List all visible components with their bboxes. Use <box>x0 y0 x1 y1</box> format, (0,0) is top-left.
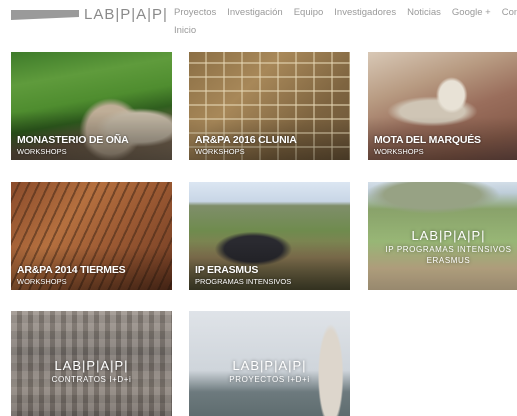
tile-subtitle: WORKSHOPS <box>17 277 67 286</box>
nav-contacto[interactable]: Contacto <box>502 5 517 21</box>
tile-subtitle: WORKSHOPS <box>374 147 424 156</box>
tile-title: MOTA DEL MARQUÉS <box>374 134 481 146</box>
brand-logo-text: LAB|P|A|P| <box>54 358 129 373</box>
tile-arpa-2014-tiermes[interactable]: AR&PA 2014 TIERMES WORKSHOPS <box>11 182 172 290</box>
tile-mota-del-marques[interactable]: MOTA DEL MARQUÉS WORKSHOPS <box>368 52 517 160</box>
site-logo[interactable]: LAB|P|A|P| <box>11 6 167 26</box>
brand-line-2: ERASMUS <box>426 256 471 265</box>
tile-subtitle: WORKSHOPS <box>17 147 67 156</box>
tile-proyectos-idi[interactable]: LAB|P|A|P| PROYECTOS I+D+i <box>189 311 350 416</box>
brand-line: PROYECTOS I+D+i <box>229 375 310 384</box>
tile-brand: LAB|P|A|P| IP PROGRAMAS INTENSIVOS ERASM… <box>368 228 517 265</box>
tile-ip-erasmus[interactable]: IP ERASMUS PROGRAMAS INTENSIVOS <box>189 182 350 290</box>
tile-monasterio-de-ona[interactable]: MONASTERIO DE OÑA WORKSHOPS <box>11 52 172 160</box>
tile-title: AR&PA 2016 CLUNIA <box>195 134 297 146</box>
tile-ip-programas-intensivos[interactable]: LAB|P|A|P| IP PROGRAMAS INTENSIVOS ERASM… <box>368 182 517 290</box>
tile-subtitle: WORKSHOPS <box>195 147 245 156</box>
tile-title: IP ERASMUS <box>195 264 259 276</box>
nav-google-plus[interactable]: Google + <box>452 5 491 21</box>
logo-bar <box>11 10 79 20</box>
tile-brand: LAB|P|A|P| PROYECTOS I+D+i <box>189 358 350 384</box>
brand-line: IP PROGRAMAS INTENSIVOS <box>385 245 512 254</box>
tile-caption: MONASTERIO DE OÑA WORKSHOPS <box>17 134 129 156</box>
nav-investigadores[interactable]: Investigadores <box>334 5 396 21</box>
nav-equipo[interactable]: Equipo <box>294 5 324 21</box>
nav-investigacion[interactable]: Investigación <box>227 5 282 21</box>
main-nav: Proyectos Investigación Equipo Investiga… <box>174 5 517 39</box>
tile-caption: MOTA DEL MARQUÉS WORKSHOPS <box>374 134 481 156</box>
tile-caption: AR&PA 2014 TIERMES WORKSHOPS <box>17 264 126 286</box>
tile-contratos-idi[interactable]: LAB|P|A|P| CONTRATOS I+D+i <box>11 311 172 416</box>
brand-logo-text: LAB|P|A|P| <box>232 358 307 373</box>
nav-noticias[interactable]: Noticias <box>407 5 441 21</box>
logo-text: LAB|P|A|P| <box>84 6 168 23</box>
tile-arpa-2016-clunia[interactable]: AR&PA 2016 CLUNIA WORKSHOPS <box>189 52 350 160</box>
nav-proyectos[interactable]: Proyectos <box>174 5 216 21</box>
tile-title: AR&PA 2014 TIERMES <box>17 264 126 276</box>
nav-inicio[interactable]: Inicio <box>174 23 196 39</box>
tile-caption: IP ERASMUS PROGRAMAS INTENSIVOS <box>195 264 291 286</box>
tile-title: MONASTERIO DE OÑA <box>17 134 129 146</box>
tile-brand: LAB|P|A|P| CONTRATOS I+D+i <box>11 358 172 384</box>
tile-subtitle: PROGRAMAS INTENSIVOS <box>195 277 292 286</box>
brand-logo-text: LAB|P|A|P| <box>411 228 486 243</box>
brand-line: CONTRATOS I+D+i <box>51 375 132 384</box>
tile-caption: AR&PA 2016 CLUNIA WORKSHOPS <box>195 134 297 156</box>
